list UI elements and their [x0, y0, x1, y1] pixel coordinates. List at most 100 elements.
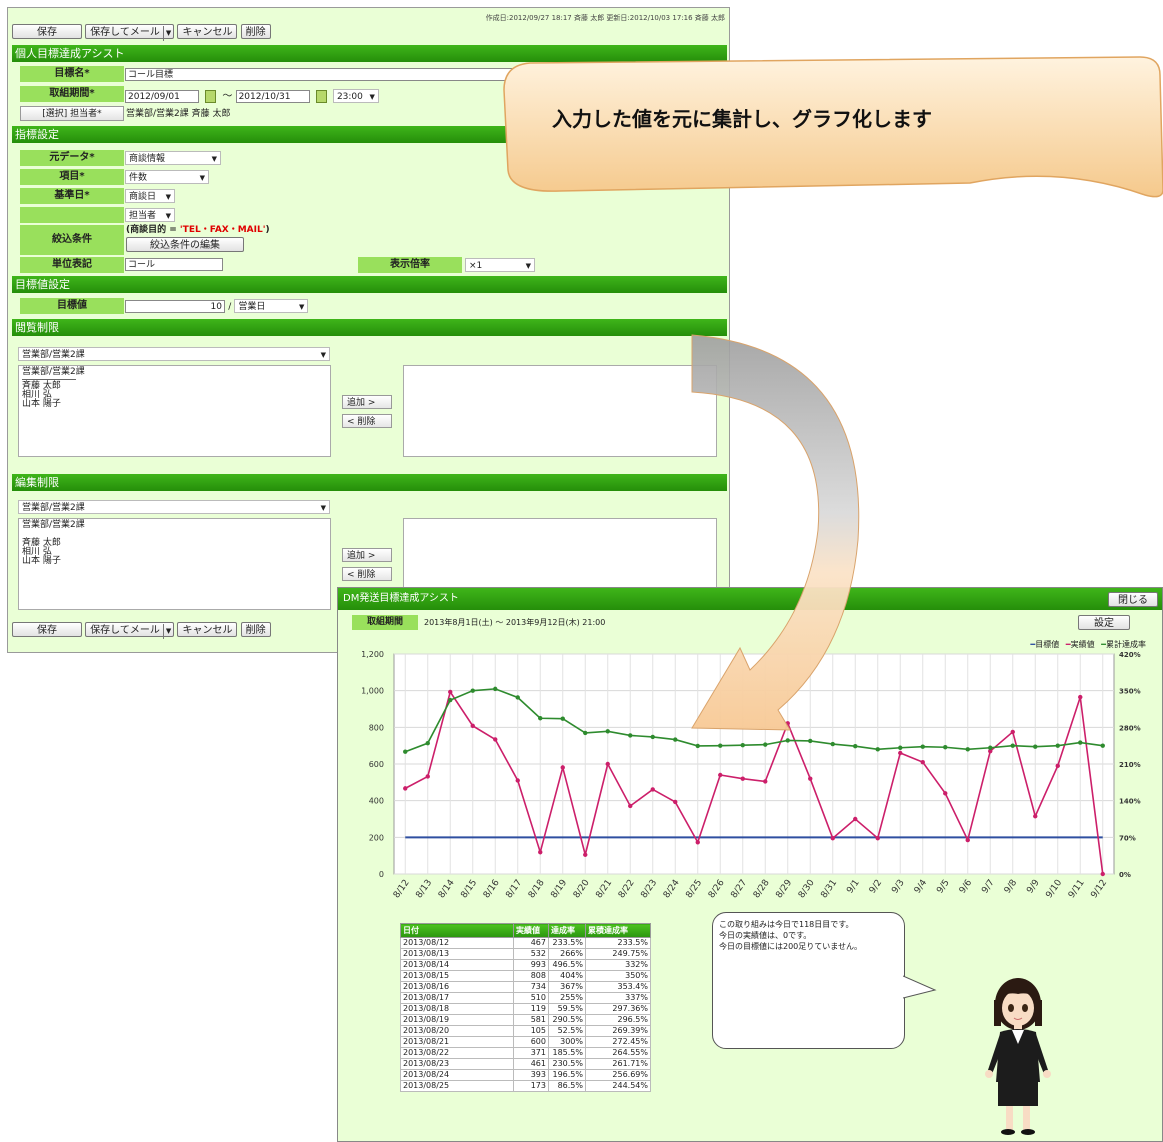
- chevron-down-icon[interactable]: ▼: [162, 26, 173, 41]
- list-divider: [22, 530, 327, 539]
- view-user-list[interactable]: 営業部/営業2課 斉藤 太郎 相川 弘 山本 陽子: [18, 365, 331, 457]
- filter-edit-button[interactable]: 絞込条件の編集: [126, 237, 244, 252]
- list-item[interactable]: 営業部/営業2課: [22, 521, 327, 530]
- cumulative-series-point: [425, 740, 430, 746]
- cell-cumulative: 269.39%: [585, 1025, 651, 1037]
- x-tick-label: 8/27: [729, 878, 749, 900]
- list-item[interactable]: 山本 陽子: [22, 400, 327, 409]
- y-right-tick-label: 420%: [1119, 651, 1141, 659]
- cumulative-series-point: [1078, 740, 1083, 745]
- cancel-button[interactable]: キャンセル: [177, 622, 238, 637]
- cell-actual: 993: [513, 959, 549, 971]
- period-label: 取組期間: [352, 615, 418, 630]
- actual-series-point: [965, 837, 970, 843]
- close-button[interactable]: 閉じる: [1108, 592, 1158, 607]
- period-label: 取組期間*: [20, 86, 124, 102]
- actual-series-point: [718, 772, 723, 778]
- scale-select[interactable]: ×1 ▼: [465, 258, 535, 272]
- period-end-input[interactable]: 2012/10/31: [235, 89, 310, 103]
- base-date-select[interactable]: 商談日 ▼: [125, 189, 175, 203]
- chevron-down-icon[interactable]: ▼: [162, 624, 173, 639]
- save-button[interactable]: 保存: [12, 622, 82, 637]
- cell-date: 2013/08/21: [400, 1036, 514, 1048]
- base-date-label: 基準日*: [20, 188, 124, 204]
- table-row: 2013/08/21 600 300% 272.45%: [400, 1036, 651, 1048]
- y-right-tick-label: 350%: [1119, 688, 1141, 696]
- cancel-button[interactable]: キャンセル: [177, 24, 238, 39]
- calendar-icon[interactable]: [205, 89, 217, 103]
- view-selected-list[interactable]: [403, 365, 717, 457]
- item-value: 件数: [129, 173, 148, 183]
- list-item[interactable]: 斉藤 太郎: [22, 382, 327, 391]
- x-tick-label: 8/28: [752, 878, 772, 901]
- cell-cumulative: 233.5%: [585, 937, 651, 949]
- cell-actual: 461: [513, 1058, 549, 1070]
- delete-button[interactable]: 削除: [240, 622, 271, 637]
- table-row: 2013/08/13 532 266% 249.75%: [400, 948, 651, 960]
- source-select[interactable]: 商談情報 ▼: [125, 151, 221, 165]
- list-item[interactable]: 相川 弘: [22, 391, 327, 400]
- period-row: 2012/09/01 ～ 2012/10/31 23:00 ▼: [125, 87, 379, 103]
- actual-series-point: [493, 737, 498, 742]
- x-tick-label: 8/18: [527, 878, 547, 901]
- cumulative-series-point: [583, 730, 588, 736]
- cell-cumulative: 272.45%: [585, 1036, 651, 1048]
- result-table: 日付 実績値 達成率 累積達成率 2013/08/12 467 233.5% 233.…: [400, 923, 651, 1092]
- table-row: 2013/08/25 173 86.5% 244.54%: [400, 1080, 651, 1092]
- table-header-row: 日付 実績値 達成率 累積達成率: [400, 923, 651, 938]
- save-and-mail-button[interactable]: 保存してメール ▼: [85, 24, 175, 41]
- cumulative-series-point: [920, 744, 925, 749]
- owner-select-button[interactable]: [選択] 担当者*: [20, 106, 124, 121]
- settings-button[interactable]: 設定: [1078, 615, 1130, 630]
- save-and-mail-button[interactable]: 保存してメール ▼: [85, 622, 175, 639]
- x-tick-label: 9/6: [958, 878, 975, 896]
- x-tick-label: 8/13: [414, 878, 434, 900]
- list-item[interactable]: 山本 陽子: [22, 557, 327, 566]
- y-left-tick-label: 0: [379, 870, 384, 879]
- edit-add-button[interactable]: 追加 >: [342, 548, 392, 562]
- cell-actual: 532: [513, 948, 549, 960]
- cumulative-series-point: [673, 737, 678, 742]
- list-item[interactable]: 斉藤 太郎: [22, 539, 327, 548]
- edit-remove-button[interactable]: < 削除: [342, 567, 392, 581]
- delete-button[interactable]: 削除: [240, 24, 271, 39]
- save-button[interactable]: 保存: [12, 24, 82, 39]
- period-start-input[interactable]: 2012/09/01: [125, 89, 199, 103]
- edit-user-list[interactable]: 営業部/営業2課 斉藤 太郎 相川 弘 山本 陽子: [18, 518, 331, 610]
- cell-date: 2013/08/14: [400, 959, 514, 971]
- cumulative-series-point: [988, 745, 993, 750]
- view-group-select[interactable]: 営業部/営業2課 ▼: [18, 347, 330, 361]
- goal-name-label: 目標名*: [20, 66, 124, 82]
- list-item[interactable]: 営業部/営業2課: [22, 368, 327, 377]
- x-tick-label: 8/12: [392, 878, 412, 900]
- item-select[interactable]: 件数 ▼: [125, 170, 209, 184]
- period-time-select[interactable]: 23:00 ▼: [332, 89, 379, 103]
- view-remove-button[interactable]: < 削除: [342, 414, 392, 428]
- cell-rate: 52.5%: [548, 1025, 586, 1037]
- goal-name-input[interactable]: コール目標: [125, 68, 515, 81]
- edit-group-select[interactable]: 営業部/営業2課 ▼: [18, 500, 330, 514]
- source-value: 商談情報: [129, 154, 166, 164]
- y-left-tick-label: 600: [369, 760, 384, 769]
- target-input[interactable]: 10: [125, 299, 225, 313]
- view-add-button[interactable]: 追加 >: [342, 395, 392, 409]
- y-right-tick-label: 280%: [1119, 724, 1141, 732]
- target-unit-select[interactable]: 営業日 ▼: [234, 299, 309, 313]
- actual-series-point: [1010, 729, 1015, 735]
- unit-input[interactable]: コール: [125, 258, 223, 271]
- x-tick-label: 8/22: [617, 878, 637, 900]
- actual-series-point: [448, 689, 453, 695]
- chevron-down-icon: ▼: [165, 212, 171, 220]
- table-row: 2013/08/20 105 52.5% 269.39%: [400, 1025, 651, 1037]
- cell-actual: 600: [513, 1036, 549, 1048]
- header-actual: 実績値: [513, 923, 549, 938]
- list-item[interactable]: 相川 弘: [22, 548, 327, 557]
- table-row: 2013/08/17 510 255% 337%: [400, 992, 651, 1004]
- actual-series-point: [943, 791, 948, 796]
- calendar-icon[interactable]: [315, 89, 327, 103]
- assignee-select[interactable]: 担当者 ▼: [125, 208, 175, 222]
- edit-group-value: 営業部/営業2課: [22, 503, 85, 513]
- table-row: 2013/08/14 993 496.5% 332%: [400, 959, 651, 971]
- assistant-character-illustration: [985, 978, 1051, 1135]
- y-right-tick-label: 70%: [1119, 834, 1136, 842]
